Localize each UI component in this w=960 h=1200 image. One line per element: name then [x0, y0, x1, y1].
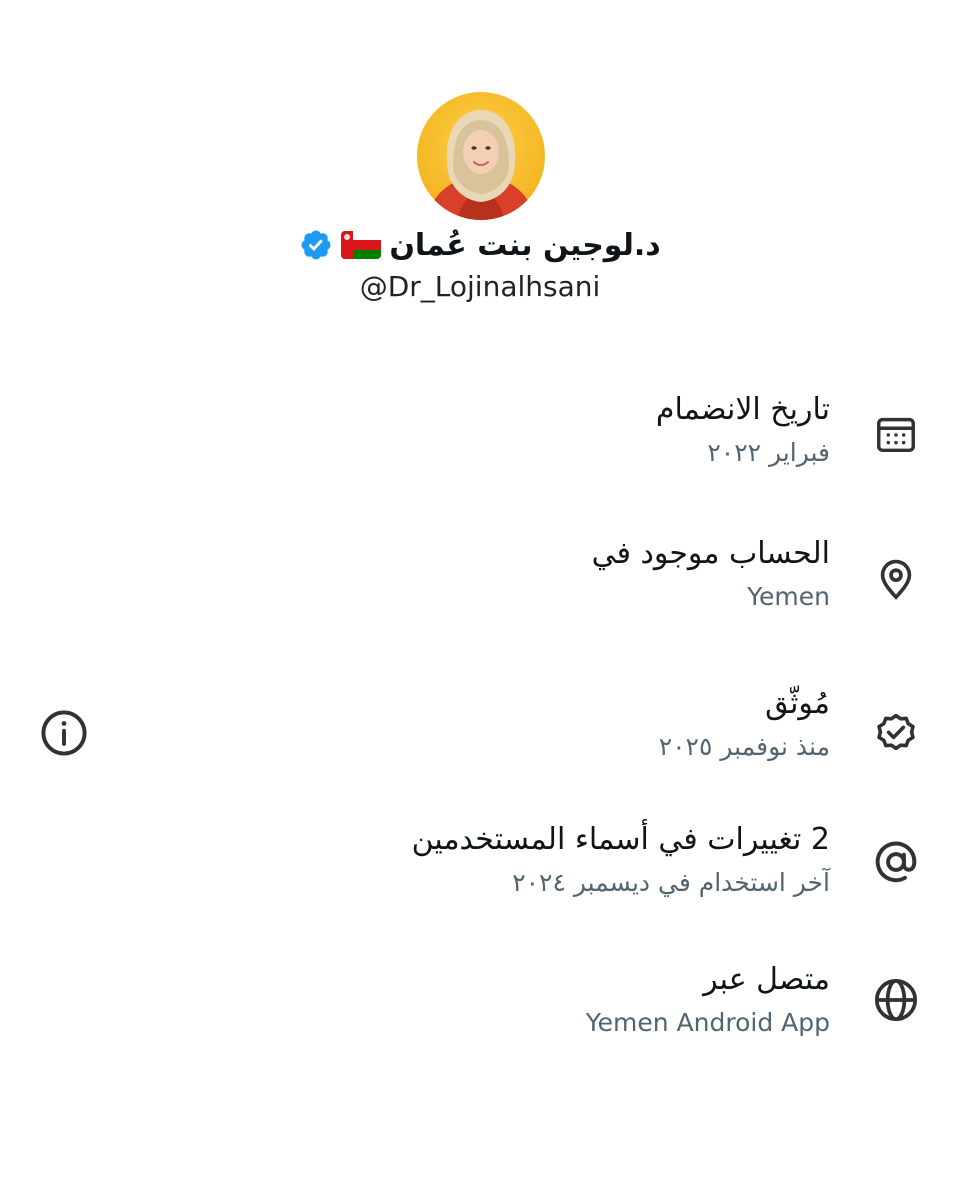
info-row-location: الحساب موجود في Yemen	[0, 536, 960, 636]
verified-check-icon	[868, 706, 924, 762]
row-subtitle: فبراير ٢٠٢٢	[707, 438, 830, 467]
row-title: مُوثّق	[765, 686, 830, 721]
avatar-photo	[417, 92, 545, 220]
row-subtitle: منذ نوفمبر ٢٠٢٥	[658, 732, 830, 761]
row-title: تاريخ الانضمام	[655, 392, 830, 427]
info-row-verified: مُوثّق منذ نوفمبر ٢٠٢٥	[0, 686, 960, 786]
location-pin-icon	[868, 551, 924, 607]
at-sign-icon	[868, 834, 924, 890]
info-row-username-changes: 2 تغييرات في أسماء المستخدمين آخر استخدا…	[0, 822, 960, 922]
row-title: الحساب موجود في	[591, 536, 830, 571]
row-title: متصل عبر	[703, 962, 830, 997]
row-subtitle: Yemen	[747, 582, 830, 611]
globe-icon	[868, 972, 924, 1028]
info-row-joined: تاريخ الانضمام فبراير ٢٠٢٢	[0, 392, 960, 492]
oman-flag	[341, 231, 382, 259]
verified-badge-icon	[299, 228, 333, 262]
row-subtitle: آخر استخدام في ديسمبر ٢٠٢٤	[512, 868, 830, 897]
row-title: 2 تغييرات في أسماء المستخدمين	[411, 822, 830, 857]
info-icon[interactable]	[38, 707, 90, 759]
avatar[interactable]	[417, 92, 545, 220]
calendar-icon	[868, 406, 924, 462]
info-row-connected-via: متصل عبر Yemen Android App	[0, 962, 960, 1062]
row-subtitle: Yemen Android App	[585, 1008, 830, 1037]
profile-handle: @Dr_Lojinalhsani	[359, 270, 601, 303]
profile-name-row: د.لوجين بنت عُمان	[0, 222, 960, 268]
display-name: د.لوجين بنت عُمان	[389, 227, 661, 263]
